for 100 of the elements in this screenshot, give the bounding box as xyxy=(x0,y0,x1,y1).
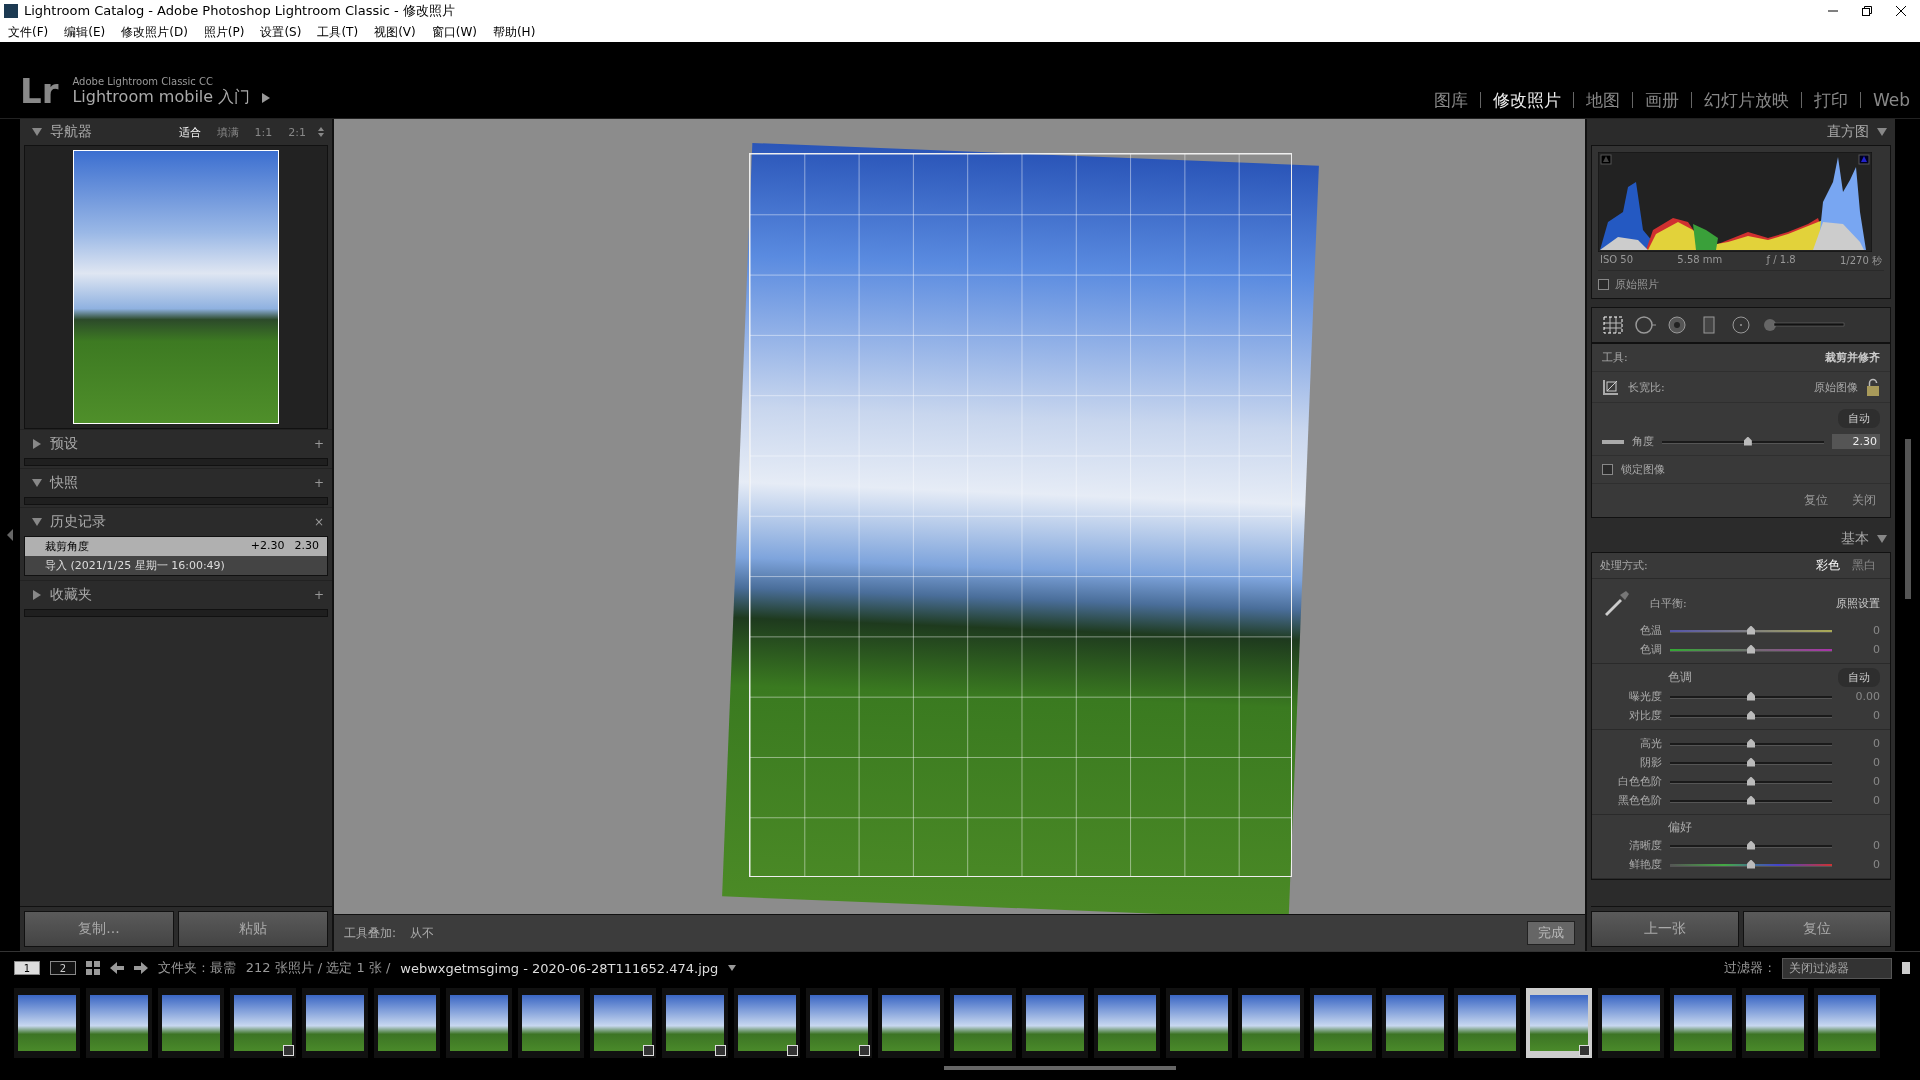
panel-action-button[interactable]: × xyxy=(313,516,324,528)
filmstrip-thumbnail[interactable] xyxy=(1814,988,1880,1058)
spot-removal-icon[interactable] xyxy=(1634,315,1656,335)
reset-button[interactable]: 复位 xyxy=(1804,492,1828,509)
filmstrip-thumbnail[interactable] xyxy=(662,988,728,1058)
menu-item[interactable]: 文件(F) xyxy=(8,23,49,41)
panel-action-button[interactable]: + xyxy=(313,477,324,489)
menu-item[interactable]: 窗口(W) xyxy=(431,23,477,41)
filmstrip-thumbnail[interactable] xyxy=(1238,988,1304,1058)
filmstrip-thumbnail[interactable] xyxy=(1310,988,1376,1058)
filmstrip-thumbnail[interactable] xyxy=(1022,988,1088,1058)
aspect-dropdown[interactable]: 原始图像 xyxy=(1814,379,1858,395)
slider[interactable] xyxy=(1670,840,1832,851)
lock-switch-icon[interactable] xyxy=(1902,962,1910,974)
forward-arrow-icon[interactable] xyxy=(134,962,148,974)
slider[interactable] xyxy=(1670,625,1832,636)
menu-item[interactable]: 帮助(H) xyxy=(492,23,536,41)
collapse-triangle-icon[interactable] xyxy=(1877,534,1887,544)
collapse-triangle-icon[interactable] xyxy=(32,127,42,137)
menu-item[interactable]: 照片(P) xyxy=(203,23,245,41)
slider[interactable] xyxy=(1670,738,1832,749)
zoom-option[interactable]: 1:1 xyxy=(250,125,277,139)
panel-action-button[interactable]: + xyxy=(313,589,324,601)
menu-item[interactable]: 编辑(E) xyxy=(64,23,106,41)
filmstrip-thumbnail[interactable] xyxy=(374,988,440,1058)
page-button[interactable]: 1 xyxy=(14,961,40,975)
scrollbar-thumb[interactable] xyxy=(944,1066,1176,1070)
filmstrip-thumbnail[interactable] xyxy=(806,988,872,1058)
filter-dropdown[interactable]: 关闭过滤器 xyxy=(1782,957,1892,979)
slider[interactable] xyxy=(1670,776,1832,787)
slider[interactable] xyxy=(1670,859,1832,870)
mobile-link[interactable]: Lightroom mobile 入门 xyxy=(72,87,251,108)
overlay-dropdown[interactable]: 从不 xyxy=(410,924,435,942)
collapse-left-arrow-icon[interactable] xyxy=(7,529,13,541)
zoom-option[interactable]: 填满 xyxy=(212,124,243,140)
slider[interactable] xyxy=(1670,757,1832,768)
module-tab[interactable]: 画册 xyxy=(1632,92,1692,108)
preset-dropdown[interactable]: 原照设置 xyxy=(1836,595,1880,611)
unlocked-padlock-icon[interactable] xyxy=(1866,378,1880,396)
module-tab[interactable]: 图库 xyxy=(1421,92,1481,108)
filmstrip-thumbnail[interactable] xyxy=(14,988,80,1058)
filmstrip-thumbnail[interactable] xyxy=(518,988,584,1058)
angle-value-field[interactable]: 2.30 xyxy=(1832,434,1880,449)
highlight-clipping-icon[interactable] xyxy=(1858,154,1870,165)
treatment-option[interactable]: 黑白 xyxy=(1846,557,1882,574)
panel-button[interactable]: 复制... xyxy=(24,911,174,947)
collapse-triangle-icon[interactable] xyxy=(32,478,42,488)
slider[interactable] xyxy=(1670,691,1832,702)
filmstrip-thumbnail[interactable] xyxy=(1526,988,1592,1058)
caret-icon[interactable] xyxy=(728,965,737,971)
filmstrip-thumbnail[interactable] xyxy=(1094,988,1160,1058)
filmstrip-thumbnail[interactable] xyxy=(1454,988,1520,1058)
page-button[interactable]: 2 xyxy=(50,961,76,975)
grid-view-icon[interactable] xyxy=(86,961,100,975)
shadow-clipping-icon[interactable] xyxy=(1600,154,1612,165)
filmstrip-thumbnail[interactable] xyxy=(1166,988,1232,1058)
back-arrow-icon[interactable] xyxy=(110,962,124,974)
slider[interactable] xyxy=(1670,644,1832,655)
slider[interactable] xyxy=(1670,710,1832,721)
module-tab[interactable]: 地图 xyxy=(1573,92,1633,108)
filmstrip-thumbnail[interactable] xyxy=(590,988,656,1058)
filmstrip-thumbnail[interactable] xyxy=(446,988,512,1058)
eye-icon[interactable] xyxy=(1666,315,1688,335)
checkbox[interactable] xyxy=(1602,464,1613,475)
panel-action-button[interactable]: + xyxy=(313,438,324,450)
module-tab[interactable]: Web xyxy=(1860,92,1910,108)
angle-slider[interactable] xyxy=(1662,436,1824,447)
scrollbar-thumb[interactable] xyxy=(1904,439,1911,599)
zoom-option[interactable]: 2:1 xyxy=(284,125,310,139)
panel-button[interactable]: 粘贴 xyxy=(178,911,328,947)
treatment-option[interactable]: 彩色 xyxy=(1810,557,1846,574)
filmstrip-thumbnail[interactable] xyxy=(158,988,224,1058)
close-icon[interactable] xyxy=(1896,6,1906,16)
zoom-option[interactable]: 适合 xyxy=(174,124,205,140)
play-triangle-icon[interactable] xyxy=(262,92,271,103)
expand-triangle-icon[interactable] xyxy=(32,590,42,600)
expand-triangle-icon[interactable] xyxy=(32,439,42,449)
menu-item[interactable]: 工具(T) xyxy=(317,23,359,41)
filmstrip-thumbnail[interactable] xyxy=(230,988,296,1058)
checkbox[interactable] xyxy=(1598,279,1609,290)
radial-filter-icon[interactable] xyxy=(1730,315,1752,335)
slider[interactable] xyxy=(1670,795,1832,806)
module-tab[interactable]: 幻灯片放映 xyxy=(1691,92,1802,108)
menu-item[interactable]: 视图(V) xyxy=(374,23,416,41)
restore-icon[interactable] xyxy=(1862,6,1872,16)
collapse-triangle-icon[interactable] xyxy=(1877,127,1887,137)
stepper-icon[interactable] xyxy=(318,127,324,137)
filmstrip-thumbnail[interactable] xyxy=(734,988,800,1058)
filmstrip-thumbnail[interactable] xyxy=(1382,988,1448,1058)
panel-button[interactable]: 上一张 xyxy=(1591,911,1739,947)
module-tab[interactable]: 修改照片 xyxy=(1480,92,1574,108)
collapse-triangle-icon[interactable] xyxy=(32,517,42,527)
crop-overlay-icon[interactable] xyxy=(1602,315,1624,335)
filmstrip-thumbnail[interactable] xyxy=(1598,988,1664,1058)
menu-item[interactable]: 修改照片(D) xyxy=(121,23,188,41)
filmstrip-thumbnail[interactable] xyxy=(878,988,944,1058)
crop-ruler-icon[interactable] xyxy=(1602,378,1620,396)
filmstrip-thumbnail[interactable] xyxy=(950,988,1016,1058)
auto-button[interactable]: 自动 xyxy=(1838,668,1880,687)
history-item[interactable]: 导入 (2021/1/25 星期一 16:00:49) xyxy=(25,556,327,575)
